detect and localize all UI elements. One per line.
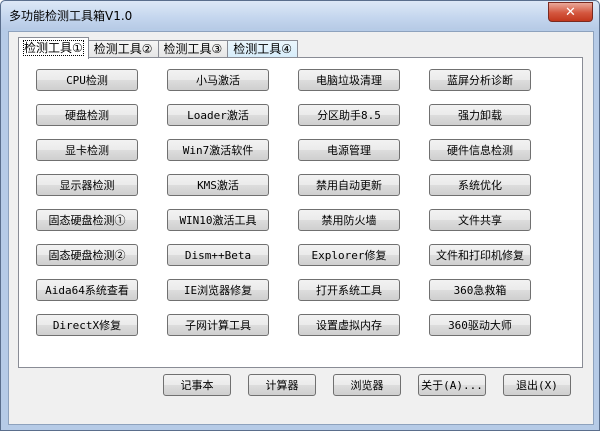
- tool-button[interactable]: 电脑垃圾清理: [298, 69, 400, 91]
- tool-button[interactable]: 硬件信息检测: [429, 139, 531, 161]
- tool-button[interactable]: Loader激活: [167, 104, 269, 126]
- tab-label: 检测工具④: [233, 42, 293, 56]
- app-window: 多功能检测工具箱V1.0 ✕ 检测工具① 检测工具② 检测工具③ 检测工具④ C…: [0, 0, 600, 431]
- tool-button[interactable]: 显卡检测: [36, 139, 138, 161]
- tool-button[interactable]: 文件和打印机修复: [429, 244, 531, 266]
- tool-button[interactable]: IE浏览器修复: [167, 279, 269, 301]
- tool-button[interactable]: 固态硬盘检测①: [36, 209, 138, 231]
- tool-button[interactable]: 打开系统工具: [298, 279, 400, 301]
- about-button[interactable]: 关于(A)...: [418, 374, 486, 396]
- tab-label: 检测工具③: [163, 42, 223, 56]
- tool-button[interactable]: 固态硬盘检测②: [36, 244, 138, 266]
- tool-button[interactable]: 子网计算工具: [167, 314, 269, 336]
- tool-button[interactable]: 禁用自动更新: [298, 174, 400, 196]
- close-button[interactable]: ✕: [548, 2, 593, 22]
- tool-button[interactable]: 360驱动大师: [429, 314, 531, 336]
- exit-button[interactable]: 退出(X): [503, 374, 571, 396]
- tab-label: 检测工具②: [93, 42, 153, 56]
- tool-button[interactable]: WIN10激活工具: [167, 209, 269, 231]
- calculator-button[interactable]: 计算器: [248, 374, 316, 396]
- tab-tools-1[interactable]: 检测工具①: [18, 37, 89, 59]
- tool-button[interactable]: Dism++Beta: [167, 244, 269, 266]
- tool-button[interactable]: 禁用防火墙: [298, 209, 400, 231]
- tool-button[interactable]: KMS激活: [167, 174, 269, 196]
- tool-button[interactable]: DirectX修复: [36, 314, 138, 336]
- tool-button[interactable]: Explorer修复: [298, 244, 400, 266]
- tool-button[interactable]: 文件共享: [429, 209, 531, 231]
- title-bar[interactable]: 多功能检测工具箱V1.0 ✕: [1, 1, 599, 29]
- tool-button-grid: CPU检测 小马激活 电脑垃圾清理 蓝屏分析诊断硬盘检测 Loader激活 分区助手8.5…: [36, 69, 531, 336]
- window-title: 多功能检测工具箱V1.0: [9, 9, 133, 23]
- tool-button[interactable]: Win7激活软件: [167, 139, 269, 161]
- client-area: 检测工具① 检测工具② 检测工具③ 检测工具④ CPU检测 小马激活 电脑垃圾清理 蓝…: [8, 31, 594, 425]
- tool-button[interactable]: 系统优化: [429, 174, 531, 196]
- tool-button[interactable]: 显示器检测: [36, 174, 138, 196]
- tool-button[interactable]: 360急救箱: [429, 279, 531, 301]
- tool-button[interactable]: 电源管理: [298, 139, 400, 161]
- notepad-button[interactable]: 记事本: [163, 374, 231, 396]
- tool-button[interactable]: 蓝屏分析诊断: [429, 69, 531, 91]
- bottom-toolbar: 记事本 计算器 浏览器 关于(A)... 退出(X): [163, 374, 571, 396]
- tab-label: 检测工具①: [23, 40, 84, 56]
- tool-button[interactable]: Aida64系统查看: [36, 279, 138, 301]
- tool-button[interactable]: 强力卸载: [429, 104, 531, 126]
- tool-button[interactable]: 分区助手8.5: [298, 104, 400, 126]
- tab-panel: CPU检测 小马激活 电脑垃圾清理 蓝屏分析诊断硬盘检测 Loader激活 分区助手8.5…: [18, 57, 583, 368]
- tool-button[interactable]: CPU检测: [36, 69, 138, 91]
- tool-button[interactable]: 硬盘检测: [36, 104, 138, 126]
- close-icon: ✕: [565, 4, 576, 20]
- tool-button[interactable]: 小马激活: [167, 69, 269, 91]
- tab-strip: 检测工具① 检测工具② 检测工具③ 检测工具④: [18, 37, 299, 59]
- tool-button[interactable]: 设置虚拟内存: [298, 314, 400, 336]
- browser-button[interactable]: 浏览器: [333, 374, 401, 396]
